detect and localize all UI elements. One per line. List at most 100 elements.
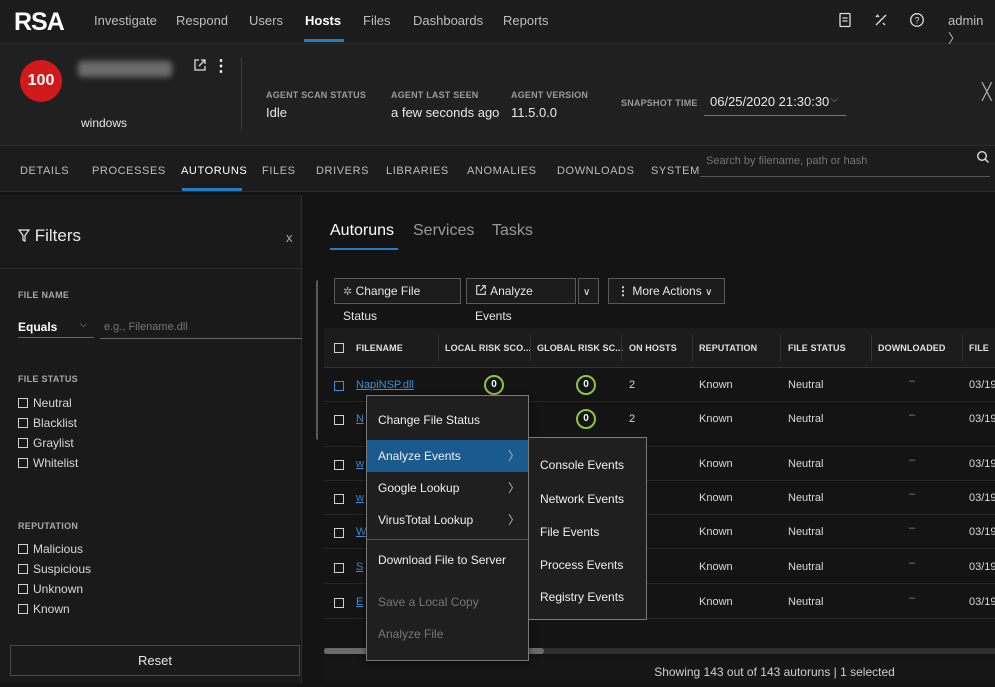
file-date-cell: 03/19, bbox=[969, 413, 995, 425]
more-options-icon[interactable]: ⋮ bbox=[213, 56, 229, 76]
tab-files[interactable]: FILES bbox=[262, 165, 296, 177]
file-status-cell: Neutral bbox=[788, 458, 824, 470]
menu-virustotal-lookup[interactable]: VirusTotal Lookup 〉 bbox=[367, 504, 528, 536]
checkbox[interactable] bbox=[18, 584, 28, 594]
help-icon[interactable]: ? bbox=[908, 12, 926, 30]
chevron-down-icon: ∨ bbox=[583, 287, 591, 298]
row-checkbox-checked[interactable] bbox=[334, 381, 344, 391]
nav-dashboards[interactable]: Dashboards bbox=[413, 13, 483, 28]
analyze-events-dropdown[interactable]: ∨ bbox=[578, 278, 599, 304]
report-icon[interactable] bbox=[836, 12, 854, 30]
checkbox-suspicious[interactable]: Suspicious bbox=[18, 562, 91, 576]
checkbox[interactable] bbox=[18, 544, 28, 554]
reset-button[interactable]: Reset bbox=[10, 645, 300, 676]
user-menu[interactable]: admin 〉 bbox=[948, 13, 995, 47]
col-reputation[interactable]: REPUTATION bbox=[699, 343, 757, 353]
chevron-right-icon: 〉 bbox=[507, 449, 520, 463]
submenu-console-events[interactable]: Console Events bbox=[540, 458, 624, 472]
row-checkbox[interactable] bbox=[334, 460, 344, 470]
more-actions-button[interactable]: ⋮ More Actions ∨ bbox=[608, 278, 725, 304]
checkbox[interactable] bbox=[18, 438, 28, 448]
search-icon[interactable] bbox=[976, 150, 990, 167]
agent-scan-status-label: AGENT SCAN STATUS bbox=[266, 90, 367, 100]
search-underline bbox=[700, 176, 990, 177]
submenu-registry-events[interactable]: Registry Events bbox=[540, 590, 624, 604]
col-global-risk[interactable]: GLOBAL RISK SC... bbox=[537, 343, 623, 353]
row-checkbox[interactable] bbox=[334, 563, 344, 573]
file-name-input[interactable] bbox=[100, 316, 302, 339]
checkbox-graylist[interactable]: Graylist bbox=[18, 436, 74, 450]
search-input[interactable] bbox=[706, 151, 966, 171]
subtab-autoruns[interactable]: Autoruns bbox=[330, 222, 394, 240]
tab-system[interactable]: SYSTEM bbox=[651, 165, 700, 177]
file-date-cell: 03/19, bbox=[969, 492, 995, 504]
checkbox-unknown[interactable]: Unknown bbox=[18, 582, 83, 596]
col-local-risk[interactable]: LOCAL RISK SCO... bbox=[445, 343, 531, 353]
checkbox-known[interactable]: Known bbox=[18, 602, 70, 616]
reputation-label: REPUTATION bbox=[18, 521, 79, 531]
menu-google-lookup[interactable]: Google Lookup 〉 bbox=[367, 472, 528, 504]
operator-select[interactable]: Equals ⌵ bbox=[18, 318, 94, 338]
tab-libraries[interactable]: LIBRARIES bbox=[386, 165, 449, 177]
checkbox[interactable] bbox=[18, 398, 28, 408]
subtab-tasks[interactable]: Tasks bbox=[492, 222, 533, 240]
checkbox-blacklist[interactable]: Blacklist bbox=[18, 416, 77, 430]
nav-reports[interactable]: Reports bbox=[503, 13, 549, 28]
checkbox-label: Whitelist bbox=[33, 456, 79, 470]
tools-icon[interactable] bbox=[872, 12, 890, 30]
col-filename[interactable]: FILENAME bbox=[356, 343, 403, 353]
checkbox-neutral[interactable]: Neutral bbox=[18, 396, 72, 410]
tab-downloads[interactable]: DOWNLOADS bbox=[557, 165, 635, 177]
menu-download-file[interactable]: Download File to Server bbox=[367, 544, 528, 576]
row-checkbox[interactable] bbox=[334, 528, 344, 538]
filename-link[interactable]: w bbox=[356, 458, 364, 470]
row-checkbox[interactable] bbox=[334, 415, 344, 425]
checkbox[interactable] bbox=[18, 564, 28, 574]
rsa-logo[interactable]: RSA bbox=[14, 8, 65, 37]
checkbox[interactable] bbox=[18, 458, 28, 468]
tab-details[interactable]: DETAILS bbox=[20, 165, 69, 177]
col-on-hosts[interactable]: ON HOSTS bbox=[629, 343, 677, 353]
nav-investigate[interactable]: Investigate bbox=[94, 13, 157, 28]
menu-analyze-file: Analyze File bbox=[378, 627, 444, 641]
change-file-status-button[interactable]: ✲ Change File Status bbox=[334, 278, 461, 323]
external-link-icon[interactable] bbox=[193, 58, 207, 77]
close-filters-icon[interactable]: x bbox=[286, 230, 293, 245]
global-risk-score: 0 bbox=[576, 409, 596, 429]
file-name-label: FILE NAME bbox=[18, 290, 70, 300]
checkbox-whitelist[interactable]: Whitelist bbox=[18, 456, 78, 470]
select-all-checkbox[interactable] bbox=[334, 343, 344, 353]
nav-files[interactable]: Files bbox=[363, 13, 390, 28]
filename-link[interactable]: NapiNSP.dll bbox=[356, 379, 414, 391]
filename-link[interactable]: W bbox=[356, 526, 366, 538]
checkbox[interactable] bbox=[18, 418, 28, 428]
close-icon[interactable]: ╳ bbox=[982, 82, 992, 102]
subtab-services[interactable]: Services bbox=[413, 222, 474, 240]
tab-processes[interactable]: PROCESSES bbox=[92, 165, 166, 177]
filename-link[interactable]: N bbox=[356, 413, 364, 425]
filename-link[interactable]: E bbox=[356, 596, 363, 608]
tab-anomalies[interactable]: ANOMALIES bbox=[467, 165, 537, 177]
nav-respond[interactable]: Respond bbox=[176, 13, 228, 28]
submenu-process-events[interactable]: Process Events bbox=[540, 558, 623, 572]
filename-link[interactable]: w bbox=[356, 492, 364, 504]
submenu-file-events[interactable]: File Events bbox=[540, 525, 599, 539]
analyze-events-button[interactable]: Analyze Events bbox=[466, 278, 576, 323]
search-box[interactable] bbox=[700, 146, 995, 176]
tab-drivers[interactable]: DRIVERS bbox=[316, 165, 369, 177]
nav-hosts[interactable]: Hosts bbox=[305, 13, 341, 28]
submenu-network-events[interactable]: Network Events bbox=[540, 492, 624, 506]
menu-change-file-status[interactable]: Change File Status bbox=[367, 404, 528, 436]
menu-analyze-events[interactable]: Analyze Events 〉 bbox=[367, 440, 528, 472]
nav-users[interactable]: Users bbox=[249, 13, 283, 28]
checkbox[interactable] bbox=[18, 604, 28, 614]
col-file[interactable]: FILE bbox=[969, 343, 989, 353]
snapshot-time-select[interactable]: 06/25/2020 21:30:30 ⌵ bbox=[704, 88, 846, 116]
row-checkbox[interactable] bbox=[334, 598, 344, 608]
checkbox-malicious[interactable]: Malicious bbox=[18, 542, 83, 556]
tab-autoruns[interactable]: AUTORUNS bbox=[181, 165, 247, 177]
row-checkbox[interactable] bbox=[334, 494, 344, 504]
col-downloaded[interactable]: DOWNLOADED bbox=[878, 343, 946, 353]
filename-link[interactable]: S bbox=[356, 561, 363, 573]
col-file-status[interactable]: FILE STATUS bbox=[788, 343, 846, 353]
